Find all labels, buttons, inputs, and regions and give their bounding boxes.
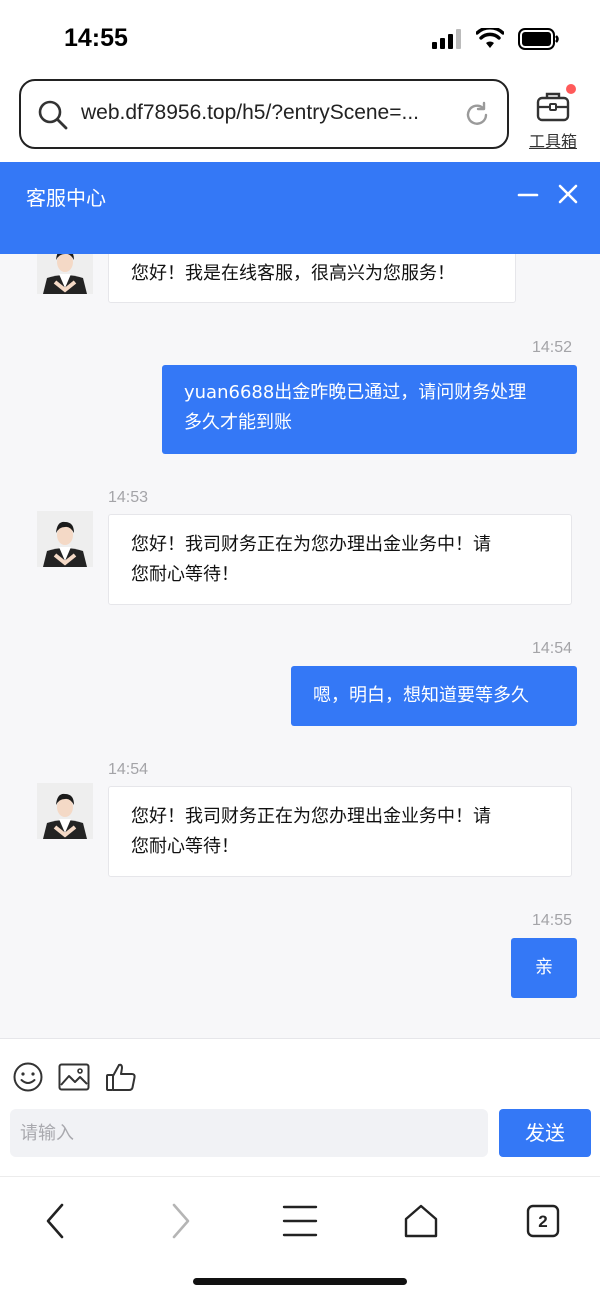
thumbs-up-icon[interactable] — [105, 1061, 137, 1093]
url-text[interactable]: web.df78956.top/h5/?entryScene=... — [81, 101, 451, 125]
toolbox-label: 工具箱 — [528, 132, 577, 151]
home-icon[interactable] — [401, 1201, 441, 1241]
message-timestamp: 14:52 — [532, 339, 573, 356]
menu-icon[interactable] — [280, 1201, 320, 1241]
message-text: 您好！我是在线客服，很高兴为您服务！ — [131, 263, 455, 284]
message-text-line: 您耐心等待！ — [131, 836, 239, 857]
user-message-bubble: 亲 — [511, 938, 577, 998]
message-text-line: 您好！我司财务正在为您办理出金业务中！请 — [131, 806, 491, 827]
image-icon[interactable] — [58, 1063, 90, 1091]
message-text-line: 多久才能到账 — [184, 412, 292, 433]
send-button[interactable]: 发送 — [499, 1109, 591, 1157]
agent-message-bubble: 您好！我司财务正在为您办理出金业务中！请 您耐心等待！ — [108, 514, 572, 605]
message-text-line: 您好！我司财务正在为您办理出金业务中！请 — [131, 534, 491, 555]
agent-message-bubble: 您好！我司财务正在为您办理出金业务中！请 您耐心等待！ — [108, 786, 572, 877]
chat-messages[interactable]: 您好！我是在线客服，很高兴为您服务！ 14:52 yuan6688出金昨晚已通过… — [0, 254, 600, 1038]
chat-header: 客服中心 — [0, 162, 600, 254]
cellular-signal-icon — [432, 29, 461, 49]
agent-avatar-image — [37, 511, 93, 567]
message-text: 嗯，明白，想知道要等多久 — [313, 685, 529, 706]
user-message-bubble: 嗯，明白，想知道要等多久 — [291, 666, 577, 726]
message-timestamp: 14:54 — [108, 761, 149, 778]
chat-title: 客服中心 — [26, 186, 106, 210]
search-icon — [38, 100, 68, 130]
status-icons — [432, 28, 560, 50]
smiley-icon[interactable] — [12, 1061, 44, 1093]
agent-avatar — [37, 783, 93, 839]
status-time: 14:55 — [64, 24, 128, 52]
message-input[interactable] — [10, 1109, 488, 1157]
agent-avatar-image — [37, 783, 93, 839]
back-icon[interactable] — [36, 1201, 76, 1241]
tab-count: 2 — [538, 1212, 547, 1231]
message-text-line: 您耐心等待！ — [131, 564, 239, 585]
forward-icon[interactable] — [160, 1201, 200, 1241]
message-timestamp: 14:55 — [532, 912, 573, 929]
toolbox-button[interactable]: 工具箱 — [520, 84, 586, 154]
composer: 发送 — [0, 1038, 600, 1176]
message-timestamp: 14:53 — [108, 489, 149, 506]
tabs-icon[interactable]: 2 — [523, 1201, 563, 1241]
message-timestamp: 14:54 — [532, 640, 573, 657]
user-message-bubble: yuan6688出金昨晚已通过，请问财务处理 多久才能到账 — [162, 365, 577, 454]
address-bar[interactable]: web.df78956.top/h5/?entryScene=... — [19, 79, 509, 149]
battery-icon — [518, 28, 559, 50]
close-icon[interactable] — [556, 182, 580, 206]
minimize-icon[interactable] — [517, 184, 539, 206]
wifi-icon — [476, 28, 504, 48]
agent-message-bubble: 您好！我是在线客服，很高兴为您服务！ — [108, 254, 516, 303]
status-bar: 14:55 — [0, 0, 600, 78]
toolbox-icon — [536, 92, 570, 122]
agent-avatar — [37, 511, 93, 567]
notification-dot — [566, 84, 576, 94]
agent-avatar-image — [37, 254, 93, 294]
agent-avatar — [37, 254, 93, 294]
message-text-line: yuan6688出金昨晚已通过，请问财务处理 — [184, 382, 527, 403]
message-text: 亲 — [535, 957, 553, 978]
home-indicator — [193, 1278, 407, 1285]
reload-icon[interactable] — [463, 101, 491, 129]
